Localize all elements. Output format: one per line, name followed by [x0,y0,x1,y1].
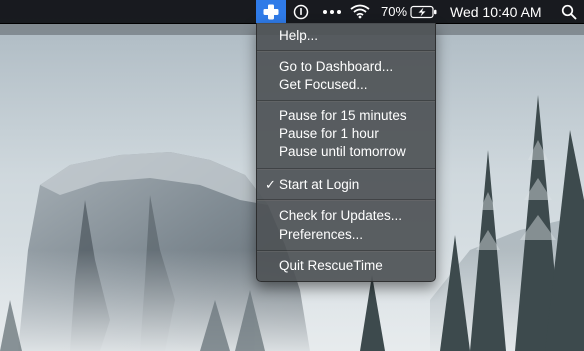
clock-menu[interactable]: Wed 10:40 AM [450,0,542,23]
menu-item-help-label: Help... [279,28,319,43]
menu-separator [257,250,435,252]
menu-separator [257,50,435,52]
checkmark-icon: ✓ [265,177,276,192]
menu-item-preferences-label: Preferences... [279,227,364,242]
rescuetime-cross-icon [263,4,279,19]
menu-item-go-to-dashboard[interactable]: Go to Dashboard... [257,58,435,76]
menu-item-check-updates-label: Check for Updates... [279,208,403,223]
battery-status[interactable]: 70% [381,0,438,23]
menu-item-pause-15-minutes[interactable]: Pause for 15 minutes [257,107,435,125]
menu-separator [257,168,435,170]
menu-item-pause-until-tomorrow[interactable]: Pause until tomorrow [257,143,435,161]
menu-bar: 70% Wed 10:40 AM [0,0,584,24]
spotlight-search-icon[interactable] [561,0,577,23]
menu-item-get-focused-label: Get Focused... [279,77,368,92]
battery-percent: 70% [381,4,408,19]
menu-item-preferences[interactable]: Preferences... [257,226,435,244]
menu-item-pause-1h-label: Pause for 1 hour [279,126,379,141]
menubar-clock: Wed 10:40 AM [450,3,542,20]
menu-item-pause-15-label: Pause for 15 minutes [279,108,407,123]
clock-circle-icon[interactable] [293,0,309,23]
menu-separator [257,100,435,102]
menu-item-start-at-login-label: Start at Login [279,177,360,192]
menu-item-pause-tomorrow-label: Pause until tomorrow [279,144,406,159]
rescuetime-menu-extra[interactable] [256,0,286,23]
menu-item-quit-rescuetime[interactable]: Quit RescueTime [257,257,435,275]
menu-item-help[interactable]: Help... [257,27,435,45]
more-dots-icon[interactable] [322,0,342,23]
menu-item-check-for-updates[interactable]: Check for Updates... [257,207,435,225]
menu-separator [257,199,435,201]
menu-item-go-to-dashboard-label: Go to Dashboard... [279,59,394,74]
rescuetime-dropdown-menu: Help... Go to Dashboard... Get Focused..… [256,23,436,282]
menu-item-get-focused[interactable]: Get Focused... [257,76,435,94]
wifi-icon[interactable] [350,0,370,23]
menu-item-start-at-login[interactable]: ✓ Start at Login [257,176,435,194]
battery-charging-icon [410,5,437,18]
menu-item-pause-1-hour[interactable]: Pause for 1 hour [257,125,435,143]
menu-item-quit-label: Quit RescueTime [279,258,383,273]
